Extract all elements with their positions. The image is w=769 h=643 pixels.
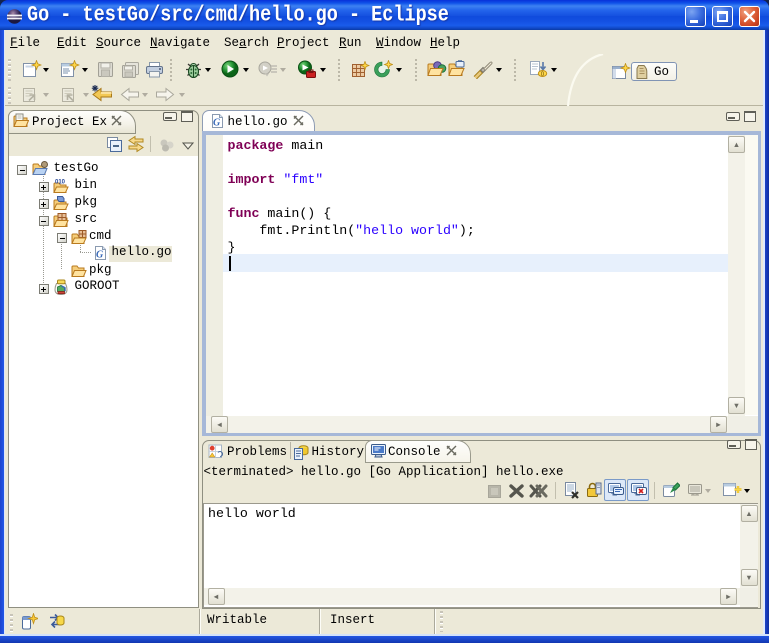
svg-text:G: G (96, 250, 104, 261)
svg-text:010: 010 (55, 180, 66, 186)
svg-text:G: G (213, 118, 221, 129)
